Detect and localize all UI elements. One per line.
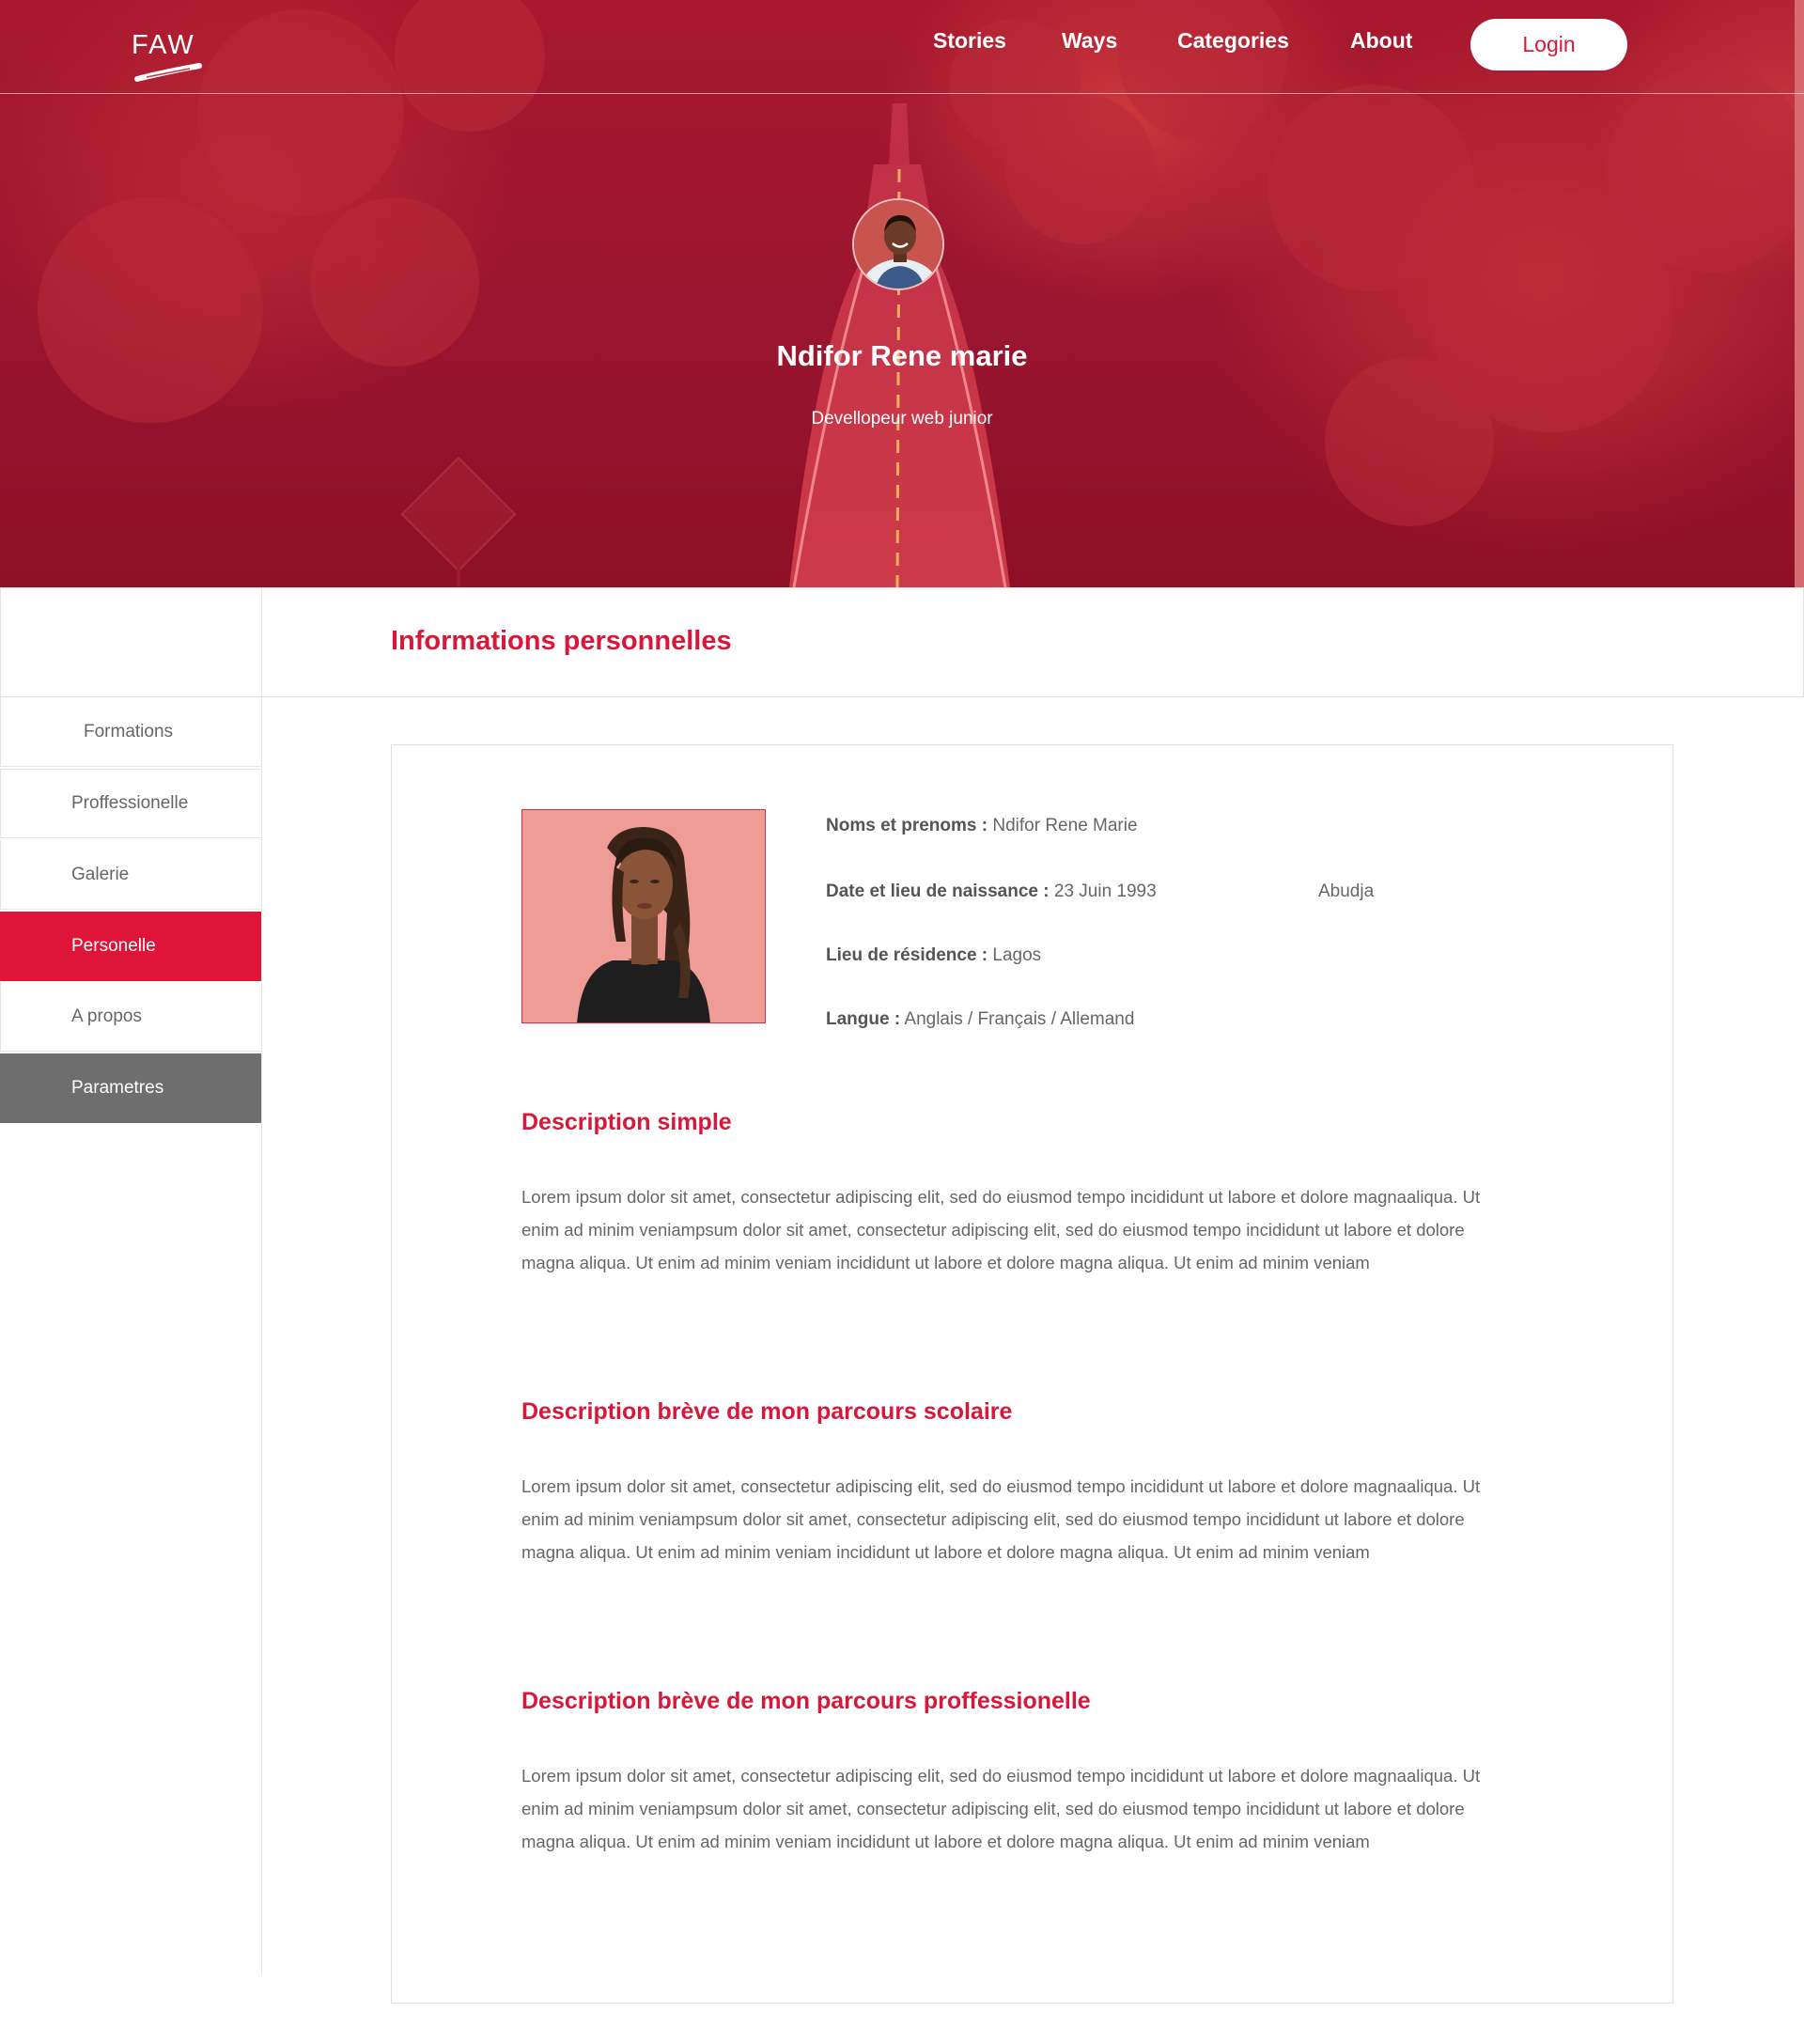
info-name-row: Noms et prenoms : Ndifor Rene Marie [826,816,1138,836]
sidebar-item-parametres[interactable]: Parametres [0,1053,261,1123]
profile-photo-image [522,810,765,1022]
description-professionnelle-title: Description brève de mon parcours proffe… [521,1688,1091,1714]
info-language-row: Langue : Anglais / Français / Allemand [826,1009,1134,1030]
sidebar-item-label: A propos [71,1006,142,1026]
description-simple-text: Lorem ipsum dolor sit amet, consectetur … [521,1187,1481,1272]
profile-role: Devellopeur web junior [811,409,993,429]
info-birth-row: Date et lieu de naissance : 23 Juin 1993 [826,882,1157,902]
info-language-label: Langue : [826,1009,901,1029]
info-name-value: Ndifor Rene Marie [992,816,1138,835]
sidebar-item-label: Personelle [71,935,156,956]
description-professionnelle-text: Lorem ipsum dolor sit amet, consectetur … [521,1766,1481,1851]
top-navigation: FAW Stories Ways Categories About Login [0,0,1804,94]
nav-categories[interactable]: Categories [1177,28,1289,54]
nav-about[interactable]: About [1350,28,1412,54]
sidebar-item-personelle[interactable]: Personelle [0,912,261,981]
sidebar-item-galerie[interactable]: Galerie [0,840,261,910]
nav-ways[interactable]: Ways [1062,28,1117,54]
sidebar-item-proffessionelle[interactable]: Proffessionelle [0,769,261,838]
sidebar-item-a-propos[interactable]: A propos [0,982,261,1052]
hero-banner: FAW Stories Ways Categories About Login … [0,0,1804,587]
avatar-photo [854,200,942,289]
info-residence-label: Lieu de résidence : [826,945,988,965]
sidebar-item-label: Parametres [71,1077,164,1098]
section-header: Informations personnelles [0,587,1804,697]
description-scolaire-text: Lorem ipsum dolor sit amet, consectetur … [521,1476,1481,1562]
avatar[interactable] [852,198,944,290]
info-birth-date: 23 Juin 1993 [1053,882,1157,901]
personal-info-card: Noms et prenoms : Ndifor Rene Marie Date… [391,744,1673,2004]
description-simple-title: Description simple [521,1109,732,1135]
page-title: Informations personnelles [391,626,732,656]
info-birth-place: Abudja [1318,882,1375,901]
logo-swoosh-icon [134,63,202,82]
info-name-label: Noms et prenoms : [826,816,988,835]
info-birth-label: Date et lieu de naissance : [826,882,1050,901]
login-button[interactable]: Login [1470,19,1627,70]
info-residence-row: Lieu de résidence : Lagos [826,945,1041,966]
nav-stories[interactable]: Stories [933,28,1006,54]
profile-photo [521,809,766,1023]
sidebar-item-label: Formations [84,721,174,741]
faw-logo-icon[interactable]: FAW [132,30,207,86]
info-residence-value: Lagos [992,945,1042,965]
sidebar: Formations Proffessionelle Galerie Perso… [0,697,262,1974]
profile-name: Ndifor Rene marie [776,339,1028,372]
sidebar-item-label: Galerie [71,864,130,884]
description-scolaire-title: Description brève de mon parcours scolai… [521,1398,1013,1425]
info-language-value: Anglais / Français / Allemand [904,1009,1135,1029]
sidebar-item-formations[interactable]: Formations [0,697,261,767]
logo-text: FAW [132,30,195,60]
sidebar-item-label: Proffessionelle [71,793,189,813]
header-left-box [0,588,262,696]
